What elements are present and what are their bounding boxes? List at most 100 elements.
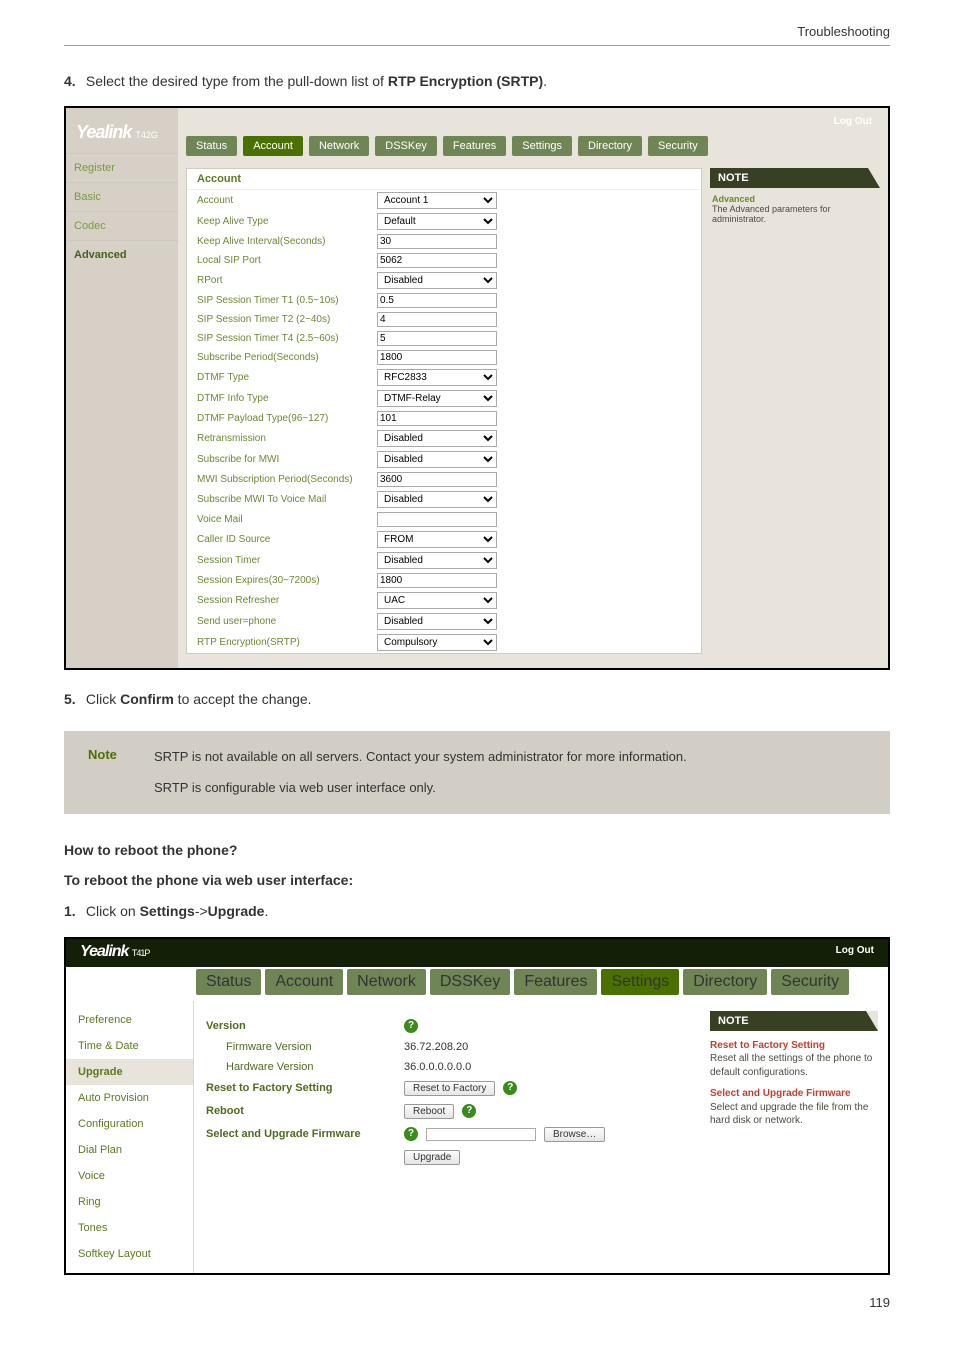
tab-settings[interactable]: Settings <box>512 136 572 156</box>
note-text: Advanced The Advanced parameters for adm… <box>710 188 880 224</box>
sidebar-item[interactable]: Configuration <box>66 1111 193 1137</box>
tab2-status[interactable]: Status <box>196 969 261 995</box>
side-tab-codec[interactable]: Codec <box>66 211 178 240</box>
settings-input[interactable] <box>377 331 497 346</box>
help-icon[interactable]: ? <box>404 1019 418 1033</box>
browse-button[interactable]: Browse… <box>544 1127 605 1142</box>
side-tab-basic[interactable]: Basic <box>66 182 178 211</box>
note-body: The Advanced parameters for administrato… <box>712 204 831 224</box>
settings-select[interactable]: Account 1 <box>377 192 497 209</box>
settings-select[interactable]: Disabled <box>377 613 497 630</box>
brand-model: T42G <box>135 130 158 140</box>
doc-note-line1: SRTP is not available on all servers. Co… <box>154 747 870 768</box>
settings-input[interactable] <box>377 472 497 487</box>
settings-key: Account <box>197 195 377 206</box>
tab2-dsskey[interactable]: DSSKey <box>430 969 510 995</box>
settings-select[interactable]: RFC2833 <box>377 369 497 386</box>
settings-select[interactable]: Disabled <box>377 491 497 508</box>
help-icon[interactable]: ? <box>503 1081 517 1095</box>
settings-input[interactable] <box>377 312 497 327</box>
reset-to-factory-button[interactable]: Reset to Factory <box>404 1081 495 1096</box>
step-1-upgrade: 1. Click on Settings->Upgrade. <box>64 900 890 922</box>
settings-input[interactable] <box>377 234 497 249</box>
tab-network[interactable]: Network <box>309 136 369 156</box>
tab2-features[interactable]: Features <box>514 969 597 995</box>
sidebar-item[interactable]: Preference <box>66 1007 193 1033</box>
settings-input[interactable] <box>377 512 497 527</box>
shot2-note-col: NOTE Reset to Factory Setting Reset all … <box>704 1001 888 1273</box>
settings-select[interactable]: UAC <box>377 592 497 609</box>
reboot-button[interactable]: Reboot <box>404 1104 454 1119</box>
step-5: 5. Click Confirm to accept the change. <box>64 688 890 710</box>
sidebar-item[interactable]: Softkey Layout <box>66 1241 193 1267</box>
tab-features[interactable]: Features <box>443 136 506 156</box>
shot2-sidebar: PreferenceTime & DateUpgradeAuto Provisi… <box>66 1001 194 1273</box>
settings-select[interactable]: Disabled <box>377 552 497 569</box>
tab2-account[interactable]: Account <box>265 969 343 995</box>
settings-input[interactable] <box>377 411 497 426</box>
logout-link[interactable]: Log Out <box>834 116 872 127</box>
tab-account[interactable]: Account <box>243 136 303 156</box>
step-5-prefix: Click <box>86 691 120 707</box>
note-reset-body: Reset all the settings of the phone to d… <box>710 1053 872 1078</box>
settings-select[interactable]: Disabled <box>377 430 497 447</box>
settings-key: Local SIP Port <box>197 255 377 266</box>
settings-input[interactable] <box>377 293 497 308</box>
tab-directory[interactable]: Directory <box>578 136 642 156</box>
shot2-note-header: NOTE <box>710 1011 878 1031</box>
step-5-num: 5. <box>64 688 82 710</box>
sidebar-item[interactable]: Auto Provision <box>66 1085 193 1111</box>
settings-row: Session RefresherUAC <box>187 590 701 611</box>
sidebar-item[interactable]: Tones <box>66 1215 193 1241</box>
settings-select[interactable]: DTMF-Relay <box>377 390 497 407</box>
side-tab-advanced[interactable]: Advanced <box>66 240 178 269</box>
settings-select[interactable]: Disabled <box>377 451 497 468</box>
step-4-text-prefix: Select the desired type from the pull-do… <box>86 73 388 89</box>
sidebar-item[interactable]: Time & Date <box>66 1033 193 1059</box>
settings-key: DTMF Info Type <box>197 393 377 404</box>
upgrade-file-input[interactable] <box>426 1128 536 1141</box>
tab-status[interactable]: Status <box>186 136 237 156</box>
settings-row: Subscribe for MWIDisabled <box>187 449 701 470</box>
settings-row: Session TimerDisabled <box>187 550 701 571</box>
settings-input[interactable] <box>377 253 497 268</box>
tab2-network[interactable]: Network <box>347 969 426 995</box>
sidebar-item[interactable]: Dial Plan <box>66 1137 193 1163</box>
doc-note-label: Note <box>64 731 154 815</box>
settings-row: Subscribe MWI To Voice MailDisabled <box>187 489 701 510</box>
tab-security[interactable]: Security <box>648 136 708 156</box>
settings-key: RPort <box>197 275 377 286</box>
settings-row: DTMF TypeRFC2833 <box>187 367 701 388</box>
settings-key: Voice Mail <box>197 514 377 525</box>
settings-select[interactable]: Disabled <box>377 272 497 289</box>
shot2-brand: Yealink <box>80 943 128 960</box>
settings-select[interactable]: Compulsory <box>377 634 497 651</box>
step-1-mid: -> <box>195 903 208 919</box>
tab2-settings[interactable]: Settings <box>601 969 679 995</box>
sidebar-item[interactable]: Voice <box>66 1163 193 1189</box>
tab-dsskey[interactable]: DSSKey <box>375 136 437 156</box>
note-title: Advanced <box>712 194 755 204</box>
settings-select[interactable]: Default <box>377 213 497 230</box>
settings-key: RTP Encryption(SRTP) <box>197 637 377 648</box>
screenshot-account-advanced: Yealink T42G Register Basic Codec Advanc… <box>64 106 890 670</box>
sidebar-item[interactable]: Upgrade <box>66 1059 193 1085</box>
shot2-logout[interactable]: Log Out <box>836 945 874 956</box>
tab2-directory[interactable]: Directory <box>683 969 767 995</box>
note-upgrade-title: Select and Upgrade Firmware <box>710 1087 878 1101</box>
step-1-num: 1. <box>64 900 82 922</box>
shot2-logo: Yealink T41P <box>80 943 149 961</box>
label-reset: Reset to Factory Setting <box>206 1082 396 1094</box>
settings-row: DTMF Info TypeDTMF-Relay <box>187 388 701 409</box>
settings-input[interactable] <box>377 350 497 365</box>
doc-note-body: SRTP is not available on all servers. Co… <box>154 731 890 815</box>
sidebar-item[interactable]: Ring <box>66 1189 193 1215</box>
upgrade-button[interactable]: Upgrade <box>404 1150 460 1165</box>
side-tab-register[interactable]: Register <box>66 153 178 182</box>
settings-select[interactable]: FROM <box>377 531 497 548</box>
tab2-security[interactable]: Security <box>771 969 849 995</box>
settings-input[interactable] <box>377 573 497 588</box>
help-icon[interactable]: ? <box>462 1104 476 1118</box>
help-icon[interactable]: ? <box>404 1127 418 1141</box>
settings-row: Keep Alive Interval(Seconds) <box>187 232 701 251</box>
